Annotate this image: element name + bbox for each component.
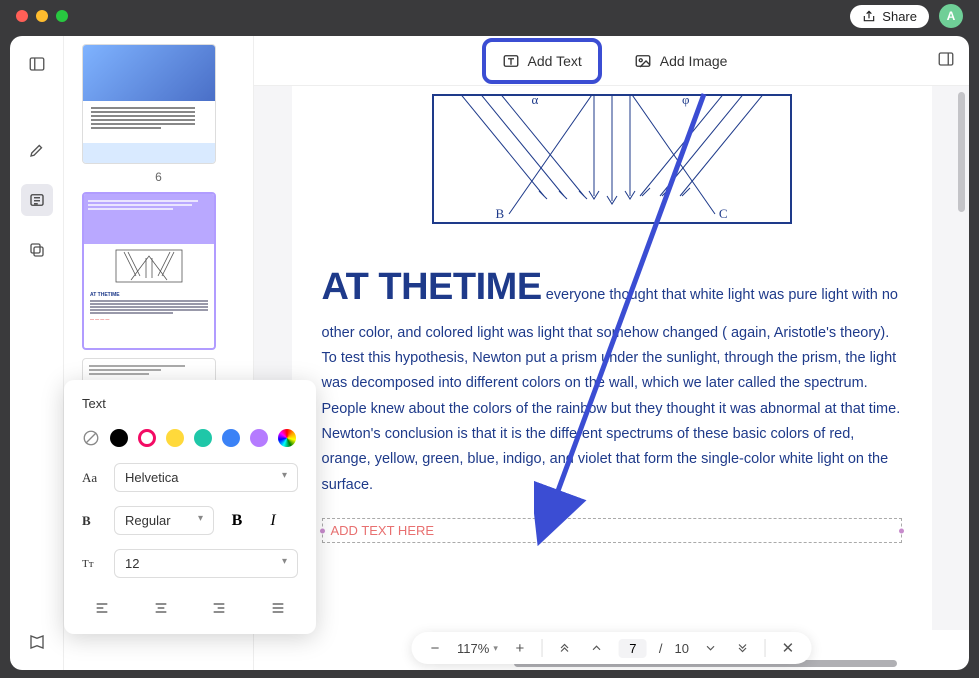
close-window-button[interactable] bbox=[16, 10, 28, 22]
left-rail bbox=[10, 36, 64, 670]
color-picker-icon[interactable] bbox=[278, 429, 296, 447]
color-purple[interactable] bbox=[250, 429, 268, 447]
zoom-in-button[interactable]: + bbox=[510, 638, 530, 658]
bottom-bar: − 117% ▾ + / 10 bbox=[411, 632, 812, 664]
color-yellow[interactable] bbox=[166, 429, 184, 447]
align-left-button[interactable] bbox=[90, 596, 114, 620]
size-select[interactable]: 12 bbox=[114, 549, 298, 578]
share-button[interactable]: Share bbox=[850, 5, 929, 28]
prism-diagram: α φ B C bbox=[432, 94, 792, 224]
page-input[interactable] bbox=[619, 639, 647, 658]
text-tool-icon[interactable] bbox=[21, 184, 53, 216]
color-row bbox=[82, 429, 298, 447]
add-text-button[interactable]: Add Text bbox=[482, 38, 602, 84]
color-teal[interactable] bbox=[194, 429, 212, 447]
panels-icon[interactable] bbox=[25, 52, 49, 76]
highlighter-icon[interactable] bbox=[25, 138, 49, 162]
image-icon bbox=[634, 52, 652, 70]
copy-icon[interactable] bbox=[25, 238, 49, 262]
next-page-button[interactable] bbox=[701, 638, 721, 658]
size-label: Tт bbox=[82, 558, 104, 570]
thumbnail-label: 6 bbox=[82, 170, 235, 184]
document-viewport[interactable]: α φ B C AT THETIME everyone thought that… bbox=[254, 86, 969, 630]
document-body: AT THETIME everyone thought that white l… bbox=[322, 254, 902, 498]
page-total: 10 bbox=[674, 641, 688, 656]
align-right-button[interactable] bbox=[207, 596, 231, 620]
maximize-window-button[interactable] bbox=[56, 10, 68, 22]
page-separator: / bbox=[659, 641, 663, 656]
prev-page-button[interactable] bbox=[587, 638, 607, 658]
book-icon[interactable] bbox=[25, 630, 49, 654]
document-page: α φ B C AT THETIME everyone thought that… bbox=[292, 86, 932, 630]
align-center-button[interactable] bbox=[149, 596, 173, 620]
bold-button[interactable]: B bbox=[224, 508, 250, 534]
zoom-value[interactable]: 117% bbox=[457, 641, 489, 656]
color-pink[interactable] bbox=[138, 429, 156, 447]
top-toolbar: Add Text Add Image bbox=[254, 36, 969, 86]
minimize-window-button[interactable] bbox=[36, 10, 48, 22]
window-controls[interactable] bbox=[16, 10, 68, 22]
font-label: Aa bbox=[82, 470, 104, 486]
add-image-label: Add Image bbox=[660, 53, 728, 69]
share-icon bbox=[862, 9, 876, 23]
vertical-scrollbar[interactable] bbox=[958, 92, 965, 624]
first-page-button[interactable] bbox=[555, 638, 575, 658]
text-insertion-box[interactable]: ADD TEXT HERE bbox=[322, 518, 902, 543]
add-image-button[interactable]: Add Image bbox=[620, 44, 742, 78]
resize-handle-left[interactable] bbox=[320, 528, 325, 533]
resize-handle-right[interactable] bbox=[899, 528, 904, 533]
panel-title: Text bbox=[82, 396, 298, 411]
weight-label: B bbox=[82, 513, 104, 529]
last-page-button[interactable] bbox=[733, 638, 753, 658]
thumbnail-page-7[interactable]: AT THETIME — — — — bbox=[82, 192, 235, 350]
weight-select[interactable]: Regular bbox=[114, 506, 214, 535]
add-text-label: Add Text bbox=[528, 53, 582, 69]
zoom-out-button[interactable]: − bbox=[425, 638, 445, 658]
thumbnail-page-6[interactable]: 6 bbox=[82, 44, 235, 184]
text-properties-panel: Text Aa Helvetica B Regular B bbox=[64, 380, 316, 634]
align-justify-button[interactable] bbox=[266, 596, 290, 620]
avatar[interactable]: A bbox=[939, 4, 963, 28]
italic-button[interactable]: I bbox=[260, 508, 286, 534]
right-panel-icon[interactable] bbox=[937, 50, 955, 68]
close-bar-button[interactable]: ✕ bbox=[778, 638, 798, 658]
no-color-icon[interactable] bbox=[82, 429, 100, 447]
text-placeholder: ADD TEXT HERE bbox=[331, 523, 435, 538]
document-heading: AT THETIME bbox=[322, 266, 542, 308]
font-select[interactable]: Helvetica bbox=[114, 463, 298, 492]
color-black[interactable] bbox=[110, 429, 128, 447]
share-label: Share bbox=[882, 9, 917, 24]
color-blue[interactable] bbox=[222, 429, 240, 447]
text-icon bbox=[502, 52, 520, 70]
